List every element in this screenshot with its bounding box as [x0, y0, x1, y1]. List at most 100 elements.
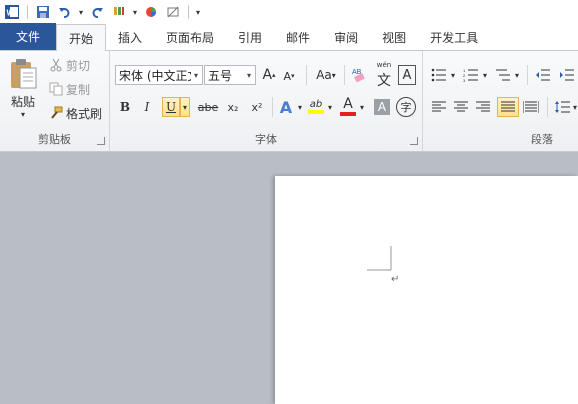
- copy-button[interactable]: 复制: [66, 81, 90, 97]
- tab-references[interactable]: 引用: [226, 24, 274, 50]
- font-color-dropdown-icon[interactable]: ▾: [358, 97, 366, 117]
- clipboard-launcher-icon[interactable]: [97, 137, 105, 145]
- document-page[interactable]: ↵: [275, 176, 578, 404]
- character-shading-button[interactable]: A: [374, 99, 390, 115]
- undo-icon[interactable]: [55, 2, 75, 22]
- clipboard-group-label: 剪贴板: [38, 133, 71, 146]
- decrease-indent-icon[interactable]: [533, 65, 553, 85]
- qat-divider-2: [188, 5, 189, 19]
- word-icon[interactable]: W: [2, 2, 22, 22]
- font-size-dropdown-icon[interactable]: ▾: [243, 66, 255, 84]
- subscript-button[interactable]: x₂: [222, 97, 244, 117]
- text-effects-dropdown-icon[interactable]: ▾: [296, 97, 304, 117]
- ribbon: 粘贴 ▾ 剪切 复制 格式刷 剪贴板 宋体 (中文正文 ▾ 五号 ▾ A▴ A: [0, 51, 578, 152]
- shrink-font-label: A: [283, 69, 291, 83]
- tab-file[interactable]: 文件: [0, 23, 56, 50]
- format-painter-button[interactable]: 格式刷: [66, 105, 102, 121]
- multilevel-list-icon[interactable]: [493, 65, 513, 85]
- cut-icon[interactable]: [48, 57, 64, 73]
- multilevel-list-dropdown-icon[interactable]: ▾: [513, 65, 521, 85]
- phonetic-guide-button[interactable]: wén 文: [374, 61, 394, 89]
- margin-corner-mark: [367, 246, 392, 271]
- numbering-dropdown-icon[interactable]: ▾: [481, 65, 489, 85]
- bullets-icon[interactable]: [429, 65, 449, 85]
- align-center-icon[interactable]: [451, 97, 471, 117]
- font-divider-2: [344, 65, 345, 85]
- text-highlight-button[interactable]: ab: [306, 95, 326, 117]
- color-icon[interactable]: [141, 2, 161, 22]
- format-painter-icon[interactable]: [109, 2, 129, 22]
- paragraph-mark-icon: ↵: [391, 274, 400, 285]
- clear-formatting-button[interactable]: AB: [350, 63, 370, 85]
- tab-mailings[interactable]: 邮件: [274, 24, 322, 50]
- change-case-label: Aa: [316, 68, 332, 82]
- customize-icon[interactable]: ▾: [194, 8, 202, 17]
- clear-icon[interactable]: [163, 2, 183, 22]
- tab-developer[interactable]: 开发工具: [418, 24, 490, 50]
- font-name-dropdown-icon[interactable]: ▾: [190, 66, 202, 84]
- font-divider: [306, 65, 307, 85]
- change-case-button[interactable]: Aa ▾: [312, 65, 340, 85]
- line-spacing-dropdown-icon[interactable]: ▾: [571, 97, 578, 117]
- justify-icon[interactable]: [497, 97, 519, 117]
- line-spacing-icon[interactable]: [553, 97, 573, 117]
- paste-dropdown-icon[interactable]: ▾: [18, 109, 28, 119]
- bold-button[interactable]: B: [116, 97, 134, 117]
- ribbon-tabs: 文件 开始 插入 页面布局 引用 邮件 审阅 视图 开发工具: [0, 23, 578, 51]
- distributed-icon[interactable]: [521, 97, 541, 117]
- redo-icon[interactable]: [87, 2, 107, 22]
- character-border-button[interactable]: A: [398, 65, 416, 85]
- bullets-dropdown-icon[interactable]: ▾: [449, 65, 457, 85]
- phonetic-char: 文: [377, 73, 391, 89]
- qat-divider: [27, 5, 28, 19]
- tab-page-layout[interactable]: 页面布局: [154, 24, 226, 50]
- copy-icon[interactable]: [48, 81, 64, 97]
- enclose-characters-button[interactable]: 字: [396, 97, 416, 117]
- font-divider-3: [272, 97, 273, 117]
- save-icon[interactable]: [33, 2, 53, 22]
- text-effects-button[interactable]: A: [276, 97, 296, 117]
- tab-view[interactable]: 视图: [370, 24, 418, 50]
- italic-button[interactable]: I: [138, 97, 156, 117]
- font-color-label: A: [343, 96, 353, 112]
- font-group: 宋体 (中文正文 ▾ 五号 ▾ A▴ A▾ Aa▾ AB wén 文 A B I: [110, 51, 423, 151]
- undo-dropdown-icon[interactable]: ▾: [77, 8, 85, 17]
- highlight-color-swatch: [308, 109, 324, 114]
- format-painter-brush-icon[interactable]: [48, 105, 64, 121]
- tab-insert[interactable]: 插入: [106, 24, 154, 50]
- paragraph-group: ▾ 123 ▾ ▾ ▾ 段落: [423, 51, 578, 151]
- tab-home[interactable]: 开始: [56, 24, 106, 51]
- strikethrough-button[interactable]: abe: [196, 97, 220, 117]
- font-name-select[interactable]: 宋体 (中文正文 ▾: [115, 65, 203, 85]
- text-highlight-dropdown-icon[interactable]: ▾: [326, 97, 334, 117]
- svg-text:W: W: [7, 9, 15, 18]
- align-right-icon[interactable]: [473, 97, 493, 117]
- paragraph-divider: [527, 65, 528, 85]
- numbering-icon[interactable]: 123: [461, 65, 481, 85]
- underline-dropdown-icon[interactable]: ▾: [180, 97, 190, 117]
- font-group-label: 字体: [255, 133, 277, 146]
- paragraph-divider-2: [547, 97, 548, 117]
- font-launcher-icon[interactable]: [410, 137, 418, 145]
- font-color-button[interactable]: A: [338, 95, 358, 117]
- svg-text:3: 3: [463, 78, 466, 82]
- shrink-font-button[interactable]: A ▾: [280, 67, 298, 85]
- paste-icon[interactable]: [6, 57, 40, 91]
- format-painter-dropdown-icon[interactable]: ▾: [131, 8, 139, 17]
- superscript-button[interactable]: x²: [246, 97, 268, 117]
- tab-review[interactable]: 审阅: [322, 24, 370, 50]
- paste-button[interactable]: 粘贴: [6, 93, 40, 109]
- increase-indent-icon[interactable]: [557, 65, 577, 85]
- cut-button[interactable]: 剪切: [66, 57, 90, 73]
- grow-font-label: A: [262, 67, 273, 83]
- font-name-value: 宋体 (中文正文: [119, 68, 191, 83]
- character-border-label: A: [402, 67, 412, 83]
- align-left-icon[interactable]: [429, 97, 449, 117]
- font-color-swatch: [340, 112, 356, 116]
- font-size-select[interactable]: 五号 ▾: [204, 65, 256, 85]
- paragraph-group-label: 段落: [531, 133, 553, 146]
- grow-font-button[interactable]: A ▴: [260, 65, 278, 85]
- clipboard-group: 粘贴 ▾ 剪切 复制 格式刷 剪贴板: [0, 51, 110, 151]
- font-size-value: 五号: [208, 68, 233, 83]
- underline-button[interactable]: U: [162, 97, 180, 117]
